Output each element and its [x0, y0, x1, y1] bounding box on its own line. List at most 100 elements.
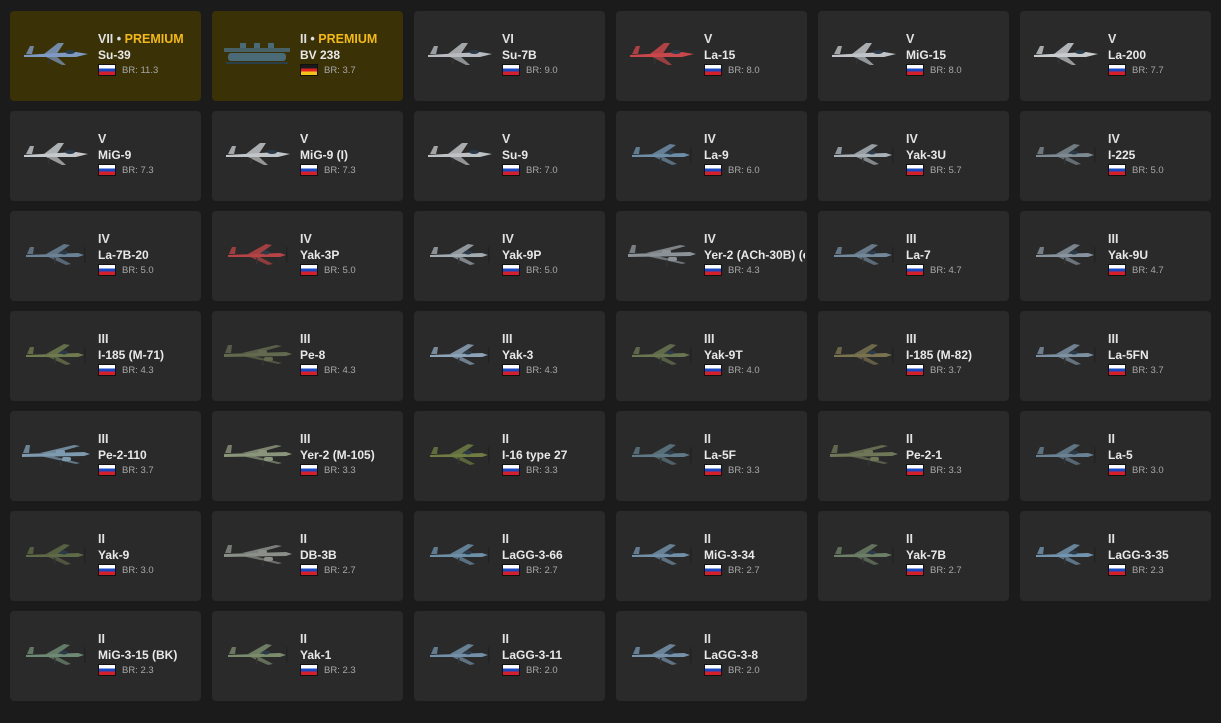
tier-line: V [1108, 31, 1209, 47]
br-line: BR: 3.3 [300, 464, 401, 476]
vehicle-card[interactable]: II LaGG-3-11 BR: 2.0 [414, 611, 605, 701]
vehicle-info: VII • PREMIUM Su-39 BR: 11.3 [98, 31, 199, 76]
vehicle-card[interactable]: III La-7 BR: 4.7 [818, 211, 1009, 301]
vehicle-card[interactable]: IV Yak-3P BR: 5.0 [212, 211, 403, 301]
ussr-flag-icon [906, 64, 924, 76]
vehicle-card[interactable]: II LaGG-3-66 BR: 2.7 [414, 511, 605, 601]
vehicle-name: LaGG-3-35 [1108, 548, 1169, 562]
vehicle-card[interactable]: III Yer-2 (M-105) BR: 3.3 [212, 411, 403, 501]
vehicle-info: II MiG-3-34 BR: 2.7 [704, 531, 805, 576]
vehicle-name: LaGG-3-66 [502, 548, 563, 562]
battle-rating: BR: 7.0 [526, 164, 558, 176]
vehicle-image [632, 344, 692, 365]
vehicle-info: IV La-9 BR: 6.0 [704, 131, 805, 176]
battle-rating: BR: 3.3 [728, 464, 760, 476]
vehicle-card[interactable]: II DB-3B BR: 2.7 [212, 511, 403, 601]
vehicle-info: IV I-225 BR: 5.0 [1108, 131, 1209, 176]
vehicle-tier: V [704, 32, 713, 46]
vehicle-card[interactable]: III Yak-3 BR: 4.3 [414, 311, 605, 401]
vehicle-card[interactable]: V La-15 BR: 8.0 [616, 11, 807, 101]
vehicle-name: Pe-2-110 [98, 448, 147, 462]
vehicle-image [22, 445, 90, 466]
vehicle-tier: V [300, 132, 309, 146]
vehicle-name: Su-39 [98, 48, 131, 62]
br-line: BR: 2.0 [704, 664, 805, 676]
vehicle-tier: II [502, 632, 509, 646]
vehicle-card[interactable]: V MiG-9 (I) BR: 7.3 [212, 111, 403, 201]
vehicle-image [224, 345, 292, 366]
vehicle-card[interactable]: II I-16 type 27 BR: 3.3 [414, 411, 605, 501]
vehicle-card[interactable]: IV Yer-2 (ACh-30B) (e BR: 4.3 [616, 211, 807, 301]
vehicle-image [830, 445, 898, 466]
ussr-flag-icon [1108, 364, 1126, 376]
vehicle-tier: III [502, 332, 513, 346]
vehicle-image [834, 344, 894, 365]
vehicle-card[interactable]: II MiG-3-34 BR: 2.7 [616, 511, 807, 601]
tier-line: III [98, 431, 199, 447]
battle-rating: BR: 3.7 [324, 64, 356, 76]
vehicle-card[interactable]: III Yak-9T BR: 4.0 [616, 311, 807, 401]
vehicle-tier: II [906, 532, 913, 546]
battle-rating: BR: 7.3 [122, 164, 154, 176]
vehicle-image [832, 43, 896, 65]
br-line: BR: 3.7 [300, 64, 401, 76]
vehicle-card[interactable]: II La-5 BR: 3.0 [1020, 411, 1211, 501]
vehicle-tier: II [98, 532, 105, 546]
vehicle-card[interactable]: V Su-9 BR: 7.0 [414, 111, 605, 201]
vehicle-card[interactable]: VII • PREMIUM Su-39 BR: 11.3 [10, 11, 201, 101]
vehicle-card[interactable]: II • PREMIUM BV 238 BR: 3.7 [212, 11, 403, 101]
vehicle-card[interactable]: V MiG-9 BR: 7.3 [10, 111, 201, 201]
battle-rating: BR: 3.3 [526, 464, 558, 476]
vehicle-image [1036, 544, 1096, 565]
vehicle-card[interactable]: III I-185 (M-82) BR: 3.7 [818, 311, 1009, 401]
vehicle-card[interactable]: II LaGG-3-8 BR: 2.0 [616, 611, 807, 701]
vehicle-card[interactable]: III Pe-2-110 BR: 3.7 [10, 411, 201, 501]
vehicle-card[interactable]: IV La-9 BR: 6.0 [616, 111, 807, 201]
vehicle-name: Yak-9U [1108, 248, 1149, 262]
vehicle-card[interactable]: IV Yak-3U BR: 5.7 [818, 111, 1009, 201]
vehicle-name: MiG-3-34 [704, 548, 755, 562]
vehicle-tier: III [906, 332, 917, 346]
vehicle-card[interactable]: II Yak-1 BR: 2.3 [212, 611, 403, 701]
ussr-flag-icon [502, 64, 520, 76]
vehicle-card[interactable]: II Yak-7B BR: 2.7 [818, 511, 1009, 601]
vehicle-card[interactable]: V La-200 BR: 7.7 [1020, 11, 1211, 101]
vehicle-card[interactable]: IV I-225 BR: 5.0 [1020, 111, 1211, 201]
vehicle-tier: III [704, 332, 715, 346]
ussr-flag-icon [1108, 64, 1126, 76]
tier-line: III [906, 331, 1007, 347]
battle-rating: BR: 5.0 [324, 264, 356, 276]
vehicle-card[interactable]: II Pe-2-1 BR: 3.3 [818, 411, 1009, 501]
vehicle-info: III I-185 (M-82) BR: 3.7 [906, 331, 1007, 376]
vehicle-tier: VI [502, 32, 514, 46]
vehicle-card[interactable]: IV Yak-9P BR: 5.0 [414, 211, 605, 301]
vehicle-tier: II [502, 432, 509, 446]
vehicle-info: II LaGG-3-8 BR: 2.0 [704, 631, 805, 676]
vehicle-card[interactable]: III I-185 (M-71) BR: 4.3 [10, 311, 201, 401]
br-line: BR: 4.3 [300, 364, 401, 376]
vehicle-card[interactable]: IV La-7B-20 BR: 5.0 [10, 211, 201, 301]
vehicle-card[interactable]: II LaGG-3-35 BR: 2.3 [1020, 511, 1211, 601]
tier-line: IV [1108, 131, 1209, 147]
battle-rating: BR: 11.3 [122, 64, 159, 76]
ussr-flag-icon [906, 564, 924, 576]
tier-line: IV [906, 131, 1007, 147]
vehicle-card[interactable]: VI Su-7B BR: 9.0 [414, 11, 605, 101]
vehicle-image [430, 444, 490, 465]
vehicle-tier: IV [704, 232, 716, 246]
ussr-flag-icon [1108, 564, 1126, 576]
battle-rating: BR: 2.0 [728, 664, 760, 676]
battle-rating: BR: 5.7 [930, 164, 962, 176]
vehicle-card[interactable]: V MiG-15 BR: 8.0 [818, 11, 1009, 101]
vehicle-card[interactable]: II Yak-9 BR: 3.0 [10, 511, 201, 601]
vehicle-card[interactable]: II La-5F BR: 3.3 [616, 411, 807, 501]
vehicle-name: Su-9 [502, 148, 529, 162]
vehicle-card[interactable]: II MiG-3-15 (BK) BR: 2.3 [10, 611, 201, 701]
br-line: BR: 3.0 [98, 564, 199, 576]
vehicle-card[interactable]: III La-5FN BR: 3.7 [1020, 311, 1211, 401]
premium-label: PREMIUM [124, 32, 184, 46]
vehicle-card[interactable]: III Yak-9U BR: 4.7 [1020, 211, 1211, 301]
vehicle-name: MiG-3-15 (BK) [98, 648, 178, 662]
battle-rating: BR: 5.0 [1132, 164, 1164, 176]
vehicle-card[interactable]: III Pe-8 BR: 4.3 [212, 311, 403, 401]
